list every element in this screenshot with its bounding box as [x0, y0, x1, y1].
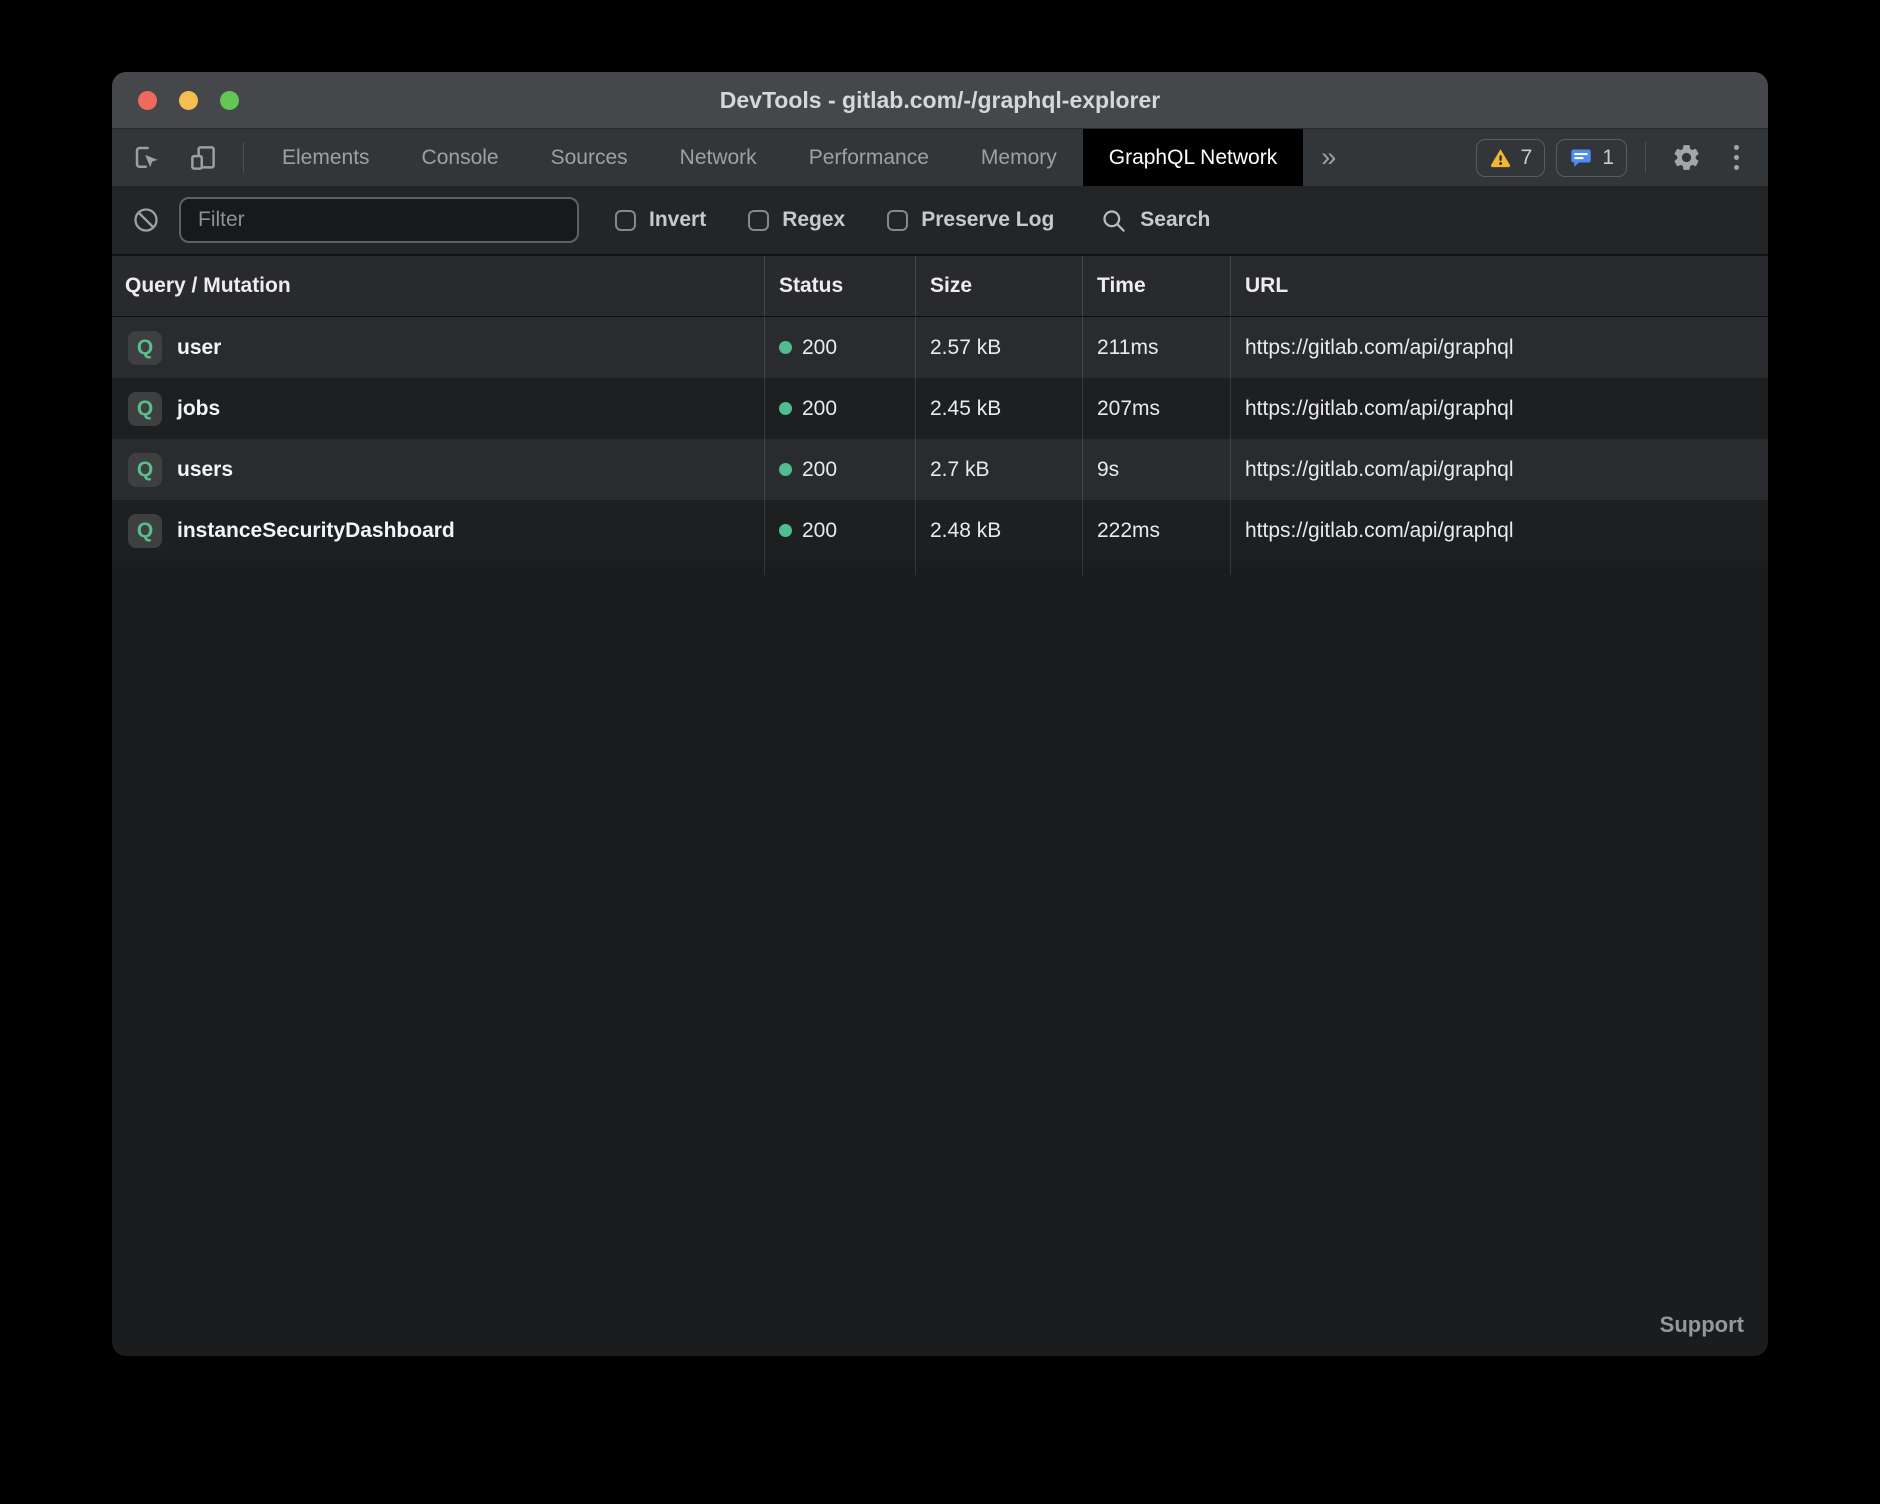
time-cell: 207ms — [1083, 378, 1231, 439]
query-type-badge: Q — [128, 453, 162, 487]
url-cell: https://gitlab.com/api/graphql — [1231, 439, 1768, 500]
minimize-window-button[interactable] — [179, 91, 198, 110]
status-code: 200 — [802, 458, 837, 482]
preserve-log-checkbox[interactable]: Preserve Log — [887, 208, 1054, 232]
filter-toolbar: Invert Regex Preserve Log Search — [112, 186, 1768, 256]
tab-network[interactable]: Network — [654, 129, 783, 186]
query-name: users — [177, 458, 233, 482]
tab-performance[interactable]: Performance — [783, 129, 955, 186]
support-link[interactable]: Support — [1660, 1312, 1744, 1338]
query-type-badge: Q — [128, 392, 162, 426]
tab-graphql-network[interactable]: GraphQL Network — [1083, 129, 1303, 186]
warning-count: 7 — [1521, 146, 1533, 170]
checkbox-box — [615, 210, 636, 231]
column-header-query[interactable]: Query / Mutation — [112, 256, 765, 316]
devtools-window: DevTools - gitlab.com/-/graphql-explorer… — [112, 72, 1768, 1356]
time-cell: 211ms — [1083, 317, 1231, 378]
column-header-status[interactable]: Status — [765, 256, 916, 316]
zoom-window-button[interactable] — [220, 91, 239, 110]
status-code: 200 — [802, 397, 837, 421]
query-name: user — [177, 336, 221, 360]
status-code: 200 — [802, 519, 837, 543]
tab-elements[interactable]: Elements — [256, 129, 396, 186]
query-type-badge: Q — [128, 331, 162, 365]
url-cell: https://gitlab.com/api/graphql — [1231, 500, 1768, 561]
size-cell: 2.7 kB — [916, 439, 1083, 500]
checkbox-box — [748, 210, 769, 231]
column-divider-extension — [112, 561, 1768, 575]
status-ok-dot — [779, 463, 792, 476]
search-label: Search — [1140, 208, 1210, 232]
toolbar-separator — [243, 142, 244, 173]
query-type-badge: Q — [128, 514, 162, 548]
window-title: DevTools - gitlab.com/-/graphql-explorer — [112, 87, 1768, 114]
table-header: Query / Mutation Status Size Time URL — [112, 256, 1768, 317]
requests-table: Query / Mutation Status Size Time URL Q … — [112, 256, 1768, 575]
table-row[interactable]: Q users 200 2.7 kB 9s https://gitlab.com… — [112, 439, 1768, 500]
clear-requests-button[interactable] — [130, 206, 162, 234]
column-header-time[interactable]: Time — [1083, 256, 1231, 316]
status-code: 200 — [802, 336, 837, 360]
url-cell: https://gitlab.com/api/graphql — [1231, 378, 1768, 439]
device-toolbar-button[interactable] — [175, 129, 231, 186]
checkbox-box — [887, 210, 908, 231]
table-row[interactable]: Q user 200 2.57 kB 211ms https://gitlab.… — [112, 317, 1768, 378]
checkbox-label: Invert — [649, 208, 706, 232]
devtools-tabbar: Elements Console Sources Network Perform… — [112, 129, 1768, 186]
invert-checkbox[interactable]: Invert — [615, 208, 706, 232]
column-header-size[interactable]: Size — [916, 256, 1083, 316]
column-header-url[interactable]: URL — [1231, 256, 1768, 316]
table-row[interactable]: Q jobs 200 2.45 kB 207ms https://gitlab.… — [112, 378, 1768, 439]
search-button[interactable]: Search — [1100, 207, 1210, 234]
checkbox-label: Regex — [782, 208, 845, 232]
more-tabs-button[interactable]: » — [1303, 129, 1354, 186]
size-cell: 2.45 kB — [916, 378, 1083, 439]
status-ok-dot — [779, 402, 792, 415]
gear-icon — [1671, 142, 1702, 173]
block-icon — [132, 206, 160, 234]
close-window-button[interactable] — [138, 91, 157, 110]
titlebar: DevTools - gitlab.com/-/graphql-explorer — [112, 72, 1768, 129]
tab-sources[interactable]: Sources — [525, 129, 654, 186]
device-toolbar-icon — [188, 143, 218, 173]
search-icon — [1100, 207, 1127, 234]
message-icon — [1569, 146, 1593, 170]
status-ok-dot — [779, 341, 792, 354]
menu-button[interactable] — [1715, 129, 1758, 186]
size-cell: 2.57 kB — [916, 317, 1083, 378]
filter-input[interactable] — [179, 197, 579, 243]
tab-console[interactable]: Console — [396, 129, 525, 186]
url-cell: https://gitlab.com/api/graphql — [1231, 317, 1768, 378]
inspect-element-button[interactable] — [112, 129, 175, 186]
query-name: jobs — [177, 397, 220, 421]
time-cell: 222ms — [1083, 500, 1231, 561]
traffic-lights — [112, 91, 239, 110]
toolbar-separator — [1645, 142, 1646, 173]
issues-button[interactable]: 1 — [1556, 139, 1627, 177]
time-cell: 9s — [1083, 439, 1231, 500]
tab-memory[interactable]: Memory — [955, 129, 1083, 186]
warnings-button[interactable]: 7 — [1476, 139, 1546, 177]
kebab-menu-icon — [1728, 145, 1745, 170]
message-count: 1 — [1602, 146, 1614, 170]
warning-icon — [1489, 146, 1512, 169]
query-name: instanceSecurityDashboard — [177, 519, 455, 543]
inspect-cursor-icon — [132, 143, 162, 173]
regex-checkbox[interactable]: Regex — [748, 208, 845, 232]
checkbox-label: Preserve Log — [921, 208, 1054, 232]
status-ok-dot — [779, 524, 792, 537]
size-cell: 2.48 kB — [916, 500, 1083, 561]
settings-button[interactable] — [1658, 129, 1715, 186]
table-row[interactable]: Q instanceSecurityDashboard 200 2.48 kB … — [112, 500, 1768, 561]
